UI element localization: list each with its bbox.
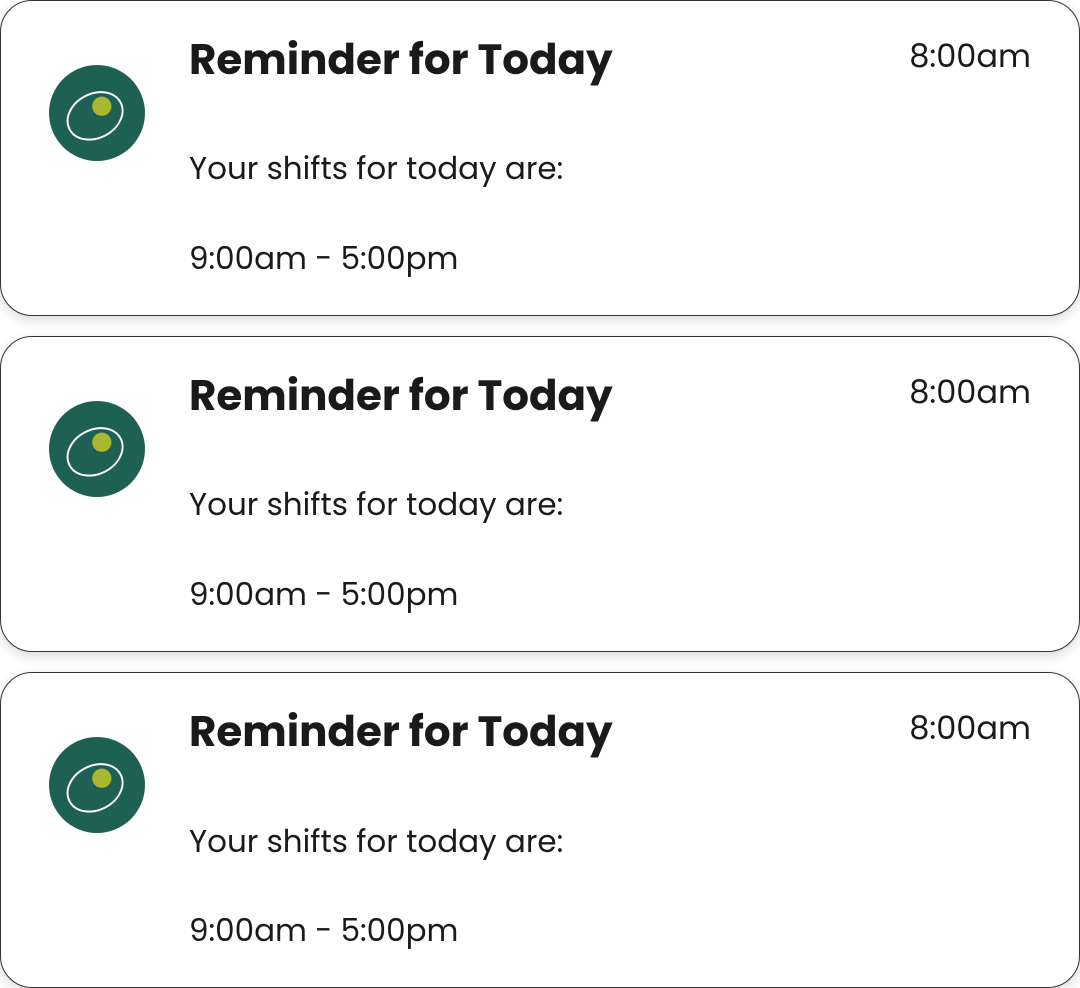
notification-title-row: Reminder for Today 8:00am: [189, 371, 1031, 421]
notification-title-row: Reminder for Today 8:00am: [189, 707, 1031, 757]
notification-body-line1: Your shifts for today are:: [189, 482, 563, 526]
notification-time: 8:00am: [909, 371, 1031, 416]
notification-content: Reminder for Today 8:00am Your shifts fo…: [189, 371, 1031, 617]
notification-time: 8:00am: [909, 35, 1031, 80]
notification-time: 8:00am: [909, 707, 1031, 752]
notification-title-row: Reminder for Today 8:00am: [189, 35, 1031, 85]
notification-content: Reminder for Today 8:00am Your shifts fo…: [189, 707, 1031, 953]
notification-title: Reminder for Today: [189, 371, 613, 421]
app-icon: [49, 65, 145, 161]
app-icon: [49, 401, 145, 497]
notification-title: Reminder for Today: [189, 35, 613, 85]
notification-card[interactable]: Reminder for Today 8:00am Your shifts fo…: [0, 0, 1080, 316]
notification-body-line2: 9:00am - 5:00pm: [189, 908, 458, 952]
notification-content: Reminder for Today 8:00am Your shifts fo…: [189, 35, 1031, 281]
notification-body-line2: 9:00am - 5:00pm: [189, 236, 458, 280]
notification-card[interactable]: Reminder for Today 8:00am Your shifts fo…: [0, 672, 1080, 988]
notification-card[interactable]: Reminder for Today 8:00am Your shifts fo…: [0, 336, 1080, 652]
app-icon: [49, 737, 145, 833]
notification-body-line1: Your shifts for today are:: [189, 146, 563, 190]
notification-body-line1: Your shifts for today are:: [189, 819, 563, 863]
notification-body-line2: 9:00am - 5:00pm: [189, 572, 458, 616]
notification-title: Reminder for Today: [189, 707, 613, 757]
notification-body: Your shifts for today are: 9:00am - 5:00…: [189, 438, 1031, 618]
notification-body: Your shifts for today are: 9:00am - 5:00…: [189, 101, 1031, 281]
notification-body: Your shifts for today are: 9:00am - 5:00…: [189, 774, 1031, 954]
